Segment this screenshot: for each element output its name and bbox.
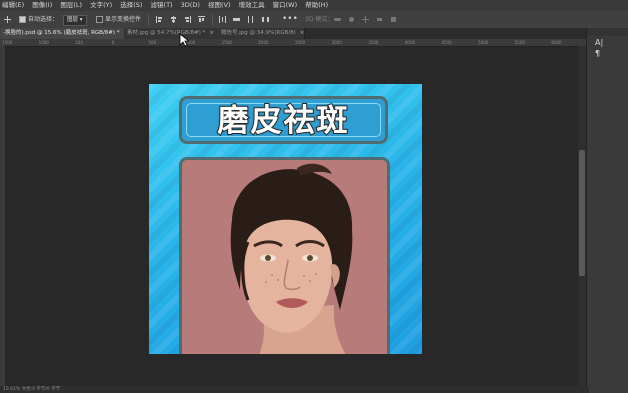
divider xyxy=(148,14,149,25)
distribute-spacing-icon[interactable] xyxy=(262,16,269,23)
move-tool-icon[interactable] xyxy=(4,16,11,23)
tab-wechat-image[interactable]: 微信号.jpg @ 34.9%(RGB/8) × xyxy=(218,28,305,39)
mouse-cursor-icon xyxy=(179,33,189,47)
status-bar: 15.61% 文档:0 字节/0 字节 xyxy=(0,386,589,393)
ruler-tick-label: 0 xyxy=(111,40,115,45)
ruler-tick-label: 500 xyxy=(148,40,157,45)
menu-item-select[interactable]: 选择(S) xyxy=(120,0,142,11)
portrait-illustration xyxy=(182,160,387,354)
align-left-icon[interactable] xyxy=(156,16,163,23)
menu-item-3d[interactable]: 3D(D) xyxy=(181,0,200,11)
roll-3d-icon[interactable] xyxy=(348,16,355,23)
menu-item-edit[interactable]: 编辑(E) xyxy=(2,0,24,11)
ruler-tick-label: 4000 xyxy=(404,40,416,45)
ruler-tick-label: 1500 xyxy=(2,40,13,45)
panel-collapse-bar[interactable] xyxy=(587,28,628,36)
mode-3d-label: 3D 模式： xyxy=(305,16,334,23)
ruler-tick-label: 4500 xyxy=(441,40,452,45)
menu-item-help[interactable]: 帮助(H) xyxy=(305,0,328,11)
auto-select-checkbox[interactable] xyxy=(19,16,26,23)
show-transform-option[interactable]: 显示变换控件 xyxy=(96,11,141,28)
menu-item-view[interactable]: 视图(V) xyxy=(208,0,231,11)
divider xyxy=(212,14,213,25)
right-panel-dock: A| ¶ xyxy=(586,28,628,393)
menu-item-image[interactable]: 图像(I) xyxy=(32,0,52,11)
align-top-icon[interactable] xyxy=(198,16,205,23)
scrollbar-thumb[interactable] xyxy=(579,150,585,276)
menu-item-plugins[interactable]: 增效工具 xyxy=(239,0,265,11)
menu-bar: 编辑(E) 图像(I) 图层(L) 文字(Y) 选择(S) 滤镜(T) 3D(D… xyxy=(0,0,628,11)
title-banner: 磨皮祛斑 xyxy=(179,96,388,144)
show-transform-label: 显示变换控件 xyxy=(105,16,142,23)
ruler-tick-label: 5000 xyxy=(478,40,489,45)
paragraph-icon[interactable]: ¶ xyxy=(595,49,600,58)
orbit-3d-icon[interactable] xyxy=(334,16,341,23)
slide-3d-icon[interactable] xyxy=(376,16,383,23)
tab-label: -换脸的).psd @ 15.6% (磨皮祛斑, RGB/8#) * xyxy=(3,30,120,36)
menu-item-window[interactable]: 窗口(W) xyxy=(273,0,298,11)
horizontal-ruler: 1500 1000 500 0 500 1000 1500 2000 2500 3000 3500 4… xyxy=(0,39,586,47)
ruler-tick-label: 1000 xyxy=(38,40,49,45)
tab-source-image[interactable]: 素材.jpg @ 54.7%(RGB/8#) * × xyxy=(124,28,219,39)
ruler-tick-label: 3000 xyxy=(331,40,342,45)
distribute-right-icon[interactable] xyxy=(247,16,254,23)
title-text: 磨皮祛斑 xyxy=(186,103,381,139)
portrait-photo xyxy=(179,157,390,354)
menu-item-type[interactable]: 文字(Y) xyxy=(90,0,112,11)
ruler-tick-label: 3500 xyxy=(368,40,379,45)
menu-item-layer[interactable]: 图层(L) xyxy=(60,0,82,11)
ruler-tick-label: 2000 xyxy=(258,40,269,45)
tab-label: 素材.jpg @ 54.7%(RGB/8#) * xyxy=(127,30,206,36)
ruler-tick-label: 1500 xyxy=(221,40,232,45)
scale-3d-icon[interactable] xyxy=(390,16,397,23)
auto-select-option[interactable]: 自动选择： xyxy=(19,11,58,28)
pan-3d-icon[interactable] xyxy=(362,16,369,23)
tab-close-icon[interactable]: × xyxy=(300,30,305,36)
auto-select-label: 自动选择： xyxy=(28,16,59,23)
tab-close-icon[interactable]: × xyxy=(209,30,214,36)
auto-select-value: 图层 xyxy=(67,17,79,23)
auto-select-dropdown[interactable]: 图层 ▾ xyxy=(63,15,87,26)
ruler-tick-label: 5500 xyxy=(514,40,525,45)
vertical-scrollbar[interactable] xyxy=(578,46,586,386)
options-bar: 自动选择： 图层 ▾ 显示变换控件 ••• 3D 模式： xyxy=(0,11,628,29)
document-tabs: -换脸的).psd @ 15.6% (磨皮祛斑, RGB/8#) *× 素材.j… xyxy=(0,28,590,39)
menu-item-filter[interactable]: 滤镜(T) xyxy=(151,0,173,11)
distribute-left-icon[interactable] xyxy=(219,16,226,23)
show-transform-checkbox[interactable] xyxy=(96,16,103,23)
character-icon[interactable]: A| xyxy=(595,38,603,47)
align-right-icon[interactable] xyxy=(184,16,191,23)
align-center-icon[interactable] xyxy=(170,16,177,23)
ruler-tick-label: 500 xyxy=(75,40,83,45)
tab-main-document[interactable]: -换脸的).psd @ 15.6% (磨皮祛斑, RGB/8#) *× xyxy=(0,28,128,39)
more-options-icon[interactable]: ••• xyxy=(282,11,298,28)
tab-label: 微信号.jpg @ 34.9%(RGB/8) xyxy=(221,30,296,36)
ruler-tick-label: 2500 xyxy=(295,40,306,45)
ruler-tick-label: 6000 xyxy=(551,40,562,45)
canvas-document[interactable]: 磨皮祛斑 xyxy=(149,84,422,354)
vertical-ruler xyxy=(0,46,5,386)
distribute-center-icon[interactable] xyxy=(233,16,240,23)
